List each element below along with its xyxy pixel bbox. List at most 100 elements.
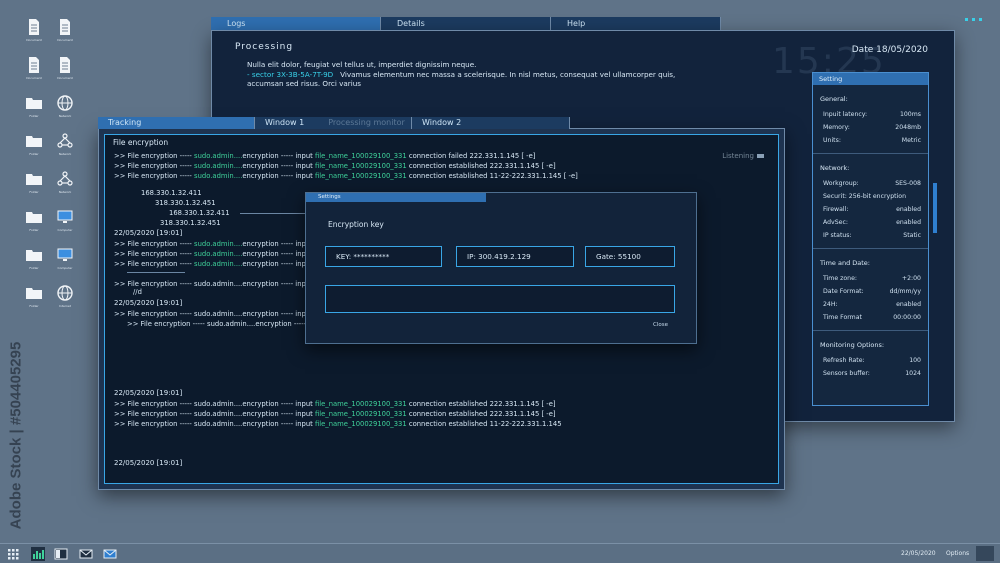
- settings-dialog-header: Settings: [306, 193, 486, 202]
- log-block-1: >> File encryption ----- sudo.admin....e…: [114, 151, 578, 181]
- log-line-4b: >> File encryption ----- sudo.admin....e…: [127, 320, 324, 328]
- network-setting-key: AdvSec:: [823, 219, 848, 226]
- log-highlight: file_name_100029100_331: [314, 420, 407, 428]
- log-date-1: 22/05/2020 [19:01]: [114, 229, 183, 237]
- network-setting-value: enabled: [896, 206, 921, 213]
- desktop-folder-shortcut[interactable]: Folder: [17, 284, 51, 314]
- tab-window-1[interactable]: Window 1 Processing monitor: [255, 117, 412, 129]
- divider-line: [127, 272, 185, 273]
- desktop-icon-label: Folder: [29, 114, 39, 118]
- log-text: >> File encryption -----: [114, 250, 195, 258]
- ip-field[interactable]: IP: 300.419.2.129: [456, 246, 574, 267]
- toggle-icon: [757, 154, 764, 158]
- security-row: Securit: 256-bit encryption: [820, 190, 921, 203]
- date-label: Date 18/05/2020: [851, 45, 928, 55]
- workgroup-value: SES-008: [895, 180, 921, 187]
- desktop-globe-shortcut[interactable]: Internet: [48, 284, 82, 314]
- monitoring-setting-key: Refresh Rate:: [823, 357, 865, 364]
- watermark-vertical: Adobe Stock | #504405295: [2, 320, 30, 550]
- apps-grid-icon[interactable]: [6, 547, 20, 561]
- desktop-document-shortcut[interactable]: Document: [17, 18, 51, 48]
- time-setting-value: enabled: [896, 301, 921, 308]
- desktop-folder-shortcut[interactable]: Folder: [17, 246, 51, 276]
- log-text: >> File encryption -----: [114, 172, 195, 180]
- folder-icon: [26, 288, 42, 299]
- folder-icon: [26, 250, 42, 261]
- chart-app-icon[interactable]: [31, 547, 45, 561]
- log-text: >> File encryption -----: [114, 152, 195, 160]
- desktop-folder-shortcut[interactable]: Folder: [17, 94, 51, 124]
- log-text: >> File encryption ----- sudo.admin....e…: [114, 420, 315, 428]
- general-section: General: Inpuit latency: 100ms Memory: 2048…: [813, 95, 928, 147]
- tab-details[interactable]: Details: [381, 17, 551, 31]
- globe-icon: [57, 285, 73, 301]
- log-line: >> File encryption ----- sudo.admin....e…: [114, 419, 562, 429]
- ghost-tab-label: Processing monitor: [328, 118, 405, 127]
- desktop-folder-shortcut[interactable]: Folder: [17, 170, 51, 200]
- divider: [813, 153, 928, 154]
- desktop-network-shortcut[interactable]: Network: [48, 132, 82, 162]
- encryption-input[interactable]: [325, 285, 675, 313]
- taskbar-date: 22/05/2020: [901, 550, 936, 557]
- mail-active-icon[interactable]: [103, 547, 117, 561]
- desktop-globe-shortcut[interactable]: Network: [48, 94, 82, 124]
- log-block-5: >> File encryption ----- sudo.admin....e…: [114, 399, 562, 429]
- desktop-monitor-shortcut[interactable]: Computer: [48, 208, 82, 238]
- log-text: encryption ----- input: [242, 152, 315, 160]
- listening-toggle[interactable]: Listening: [722, 152, 764, 160]
- log-text: >> File encryption -----: [114, 162, 195, 170]
- setting-scrollbar[interactable]: [933, 183, 937, 233]
- log-line: >> File encryption ----- sudo.admin....e…: [114, 399, 562, 409]
- desktop-icons-col-2: Document Document Network Network Network Com…: [48, 18, 82, 314]
- taskbar-scroll[interactable]: [976, 546, 994, 561]
- desktop-document-shortcut[interactable]: Document: [17, 56, 51, 86]
- desktop-icon-label: Folder: [29, 266, 39, 270]
- log-text: >> File encryption ----- sudo.admin....e…: [114, 410, 315, 418]
- log-highlight: sudo.admin....: [194, 240, 243, 248]
- desktop-icon-label: Document: [57, 38, 73, 42]
- log-text: encryption ----- input: [242, 172, 315, 180]
- desktop-monitor-shortcut[interactable]: Computer: [48, 246, 82, 276]
- ip-address-4: 318.330.1.32.451: [160, 219, 221, 227]
- monitoring-section: Monitoring Options: Refresh Rate: 100 Sens…: [813, 341, 928, 380]
- log-line: >> File encryption ----- sudo.admin....e…: [114, 259, 310, 269]
- desktop-icon-label: Folder: [29, 228, 39, 232]
- mail-icon[interactable]: [79, 547, 93, 561]
- key-field[interactable]: KEY: **********: [325, 246, 442, 267]
- log-highlight: sudo.admin....: [194, 260, 243, 268]
- divider: [813, 248, 928, 249]
- log-text: connection established 222.331.1.145 [ -…: [406, 400, 556, 408]
- window-app-icon[interactable]: [54, 547, 68, 561]
- close-button[interactable]: Close: [653, 322, 668, 328]
- desktop-icon-label: Document: [26, 76, 42, 80]
- options-button[interactable]: Options: [946, 550, 969, 557]
- log-text: connection established 222.331.1.145 [ -…: [406, 410, 556, 418]
- tab-tracking[interactable]: Tracking: [98, 117, 255, 129]
- log-text: connection established 222.331.1.145 [ -…: [406, 162, 556, 170]
- desktop-folder-shortcut[interactable]: Folder: [17, 208, 51, 238]
- general-setting-key: Inpuit latency:: [823, 111, 868, 118]
- tab-help[interactable]: Help: [551, 17, 721, 31]
- desktop-icons-col-1: Document Document Folder Folder Folder Folder…: [17, 18, 51, 314]
- encryption-key-title: Encryption key: [328, 220, 384, 229]
- processing-line-3: accumsan sed risus. Orci varius: [247, 79, 362, 88]
- log-highlight: file_name_100029100_331: [314, 152, 407, 160]
- general-setting-value: Metric: [901, 137, 921, 144]
- log-text: connection established 11-22-222.331.1.1…: [406, 172, 578, 180]
- desktop-network-shortcut[interactable]: Network: [48, 170, 82, 200]
- tab-window-2[interactable]: Window 2: [412, 117, 570, 129]
- network-setting-key: Firewall:: [823, 206, 849, 213]
- folder-icon: [26, 98, 42, 109]
- processing-text: Nulla elit dolor, feugiat vel tellus ut,…: [247, 60, 717, 89]
- window-controls[interactable]: [965, 18, 982, 21]
- folder-icon: [26, 174, 42, 185]
- desktop-icon-label: Folder: [29, 304, 39, 308]
- desktop-folder-shortcut[interactable]: Folder: [17, 132, 51, 162]
- desktop-document-shortcut[interactable]: Document: [48, 18, 82, 48]
- document-icon: [60, 19, 70, 35]
- gate-field[interactable]: Gate: 55100: [585, 246, 675, 267]
- desktop-document-shortcut[interactable]: Document: [48, 56, 82, 86]
- network-section: Network: Workgroup: SES-008 Securit: 256-…: [813, 164, 928, 242]
- time-setting-value: dd/mm/yy: [889, 288, 921, 295]
- tab-logs[interactable]: Logs: [211, 17, 381, 31]
